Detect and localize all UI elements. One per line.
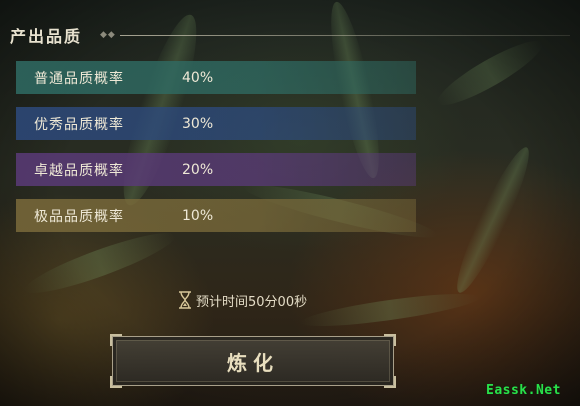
button-corner-ornament <box>384 376 396 388</box>
quality-row-common: 普通品质概率 40% <box>16 61 416 94</box>
quality-row-legendary: 极品品质概率 10% <box>16 199 416 232</box>
quality-label: 极品品质概率 <box>34 208 124 225</box>
estimated-time-text: 预计时间50分00秒 <box>196 294 308 310</box>
button-corner-ornament <box>110 334 122 346</box>
quality-label: 卓越品质概率 <box>34 162 124 179</box>
quality-value: 30% <box>182 115 214 132</box>
hourglass-icon <box>179 291 191 309</box>
section-title: 产出品质 <box>10 27 83 46</box>
button-corner-ornament <box>384 334 396 346</box>
diamond-ornament-icon: ◆◆ <box>100 30 116 40</box>
estimated-time: 预计时间50分00秒 <box>178 289 307 311</box>
watermark: Eassk.Net <box>486 383 561 398</box>
quality-probability-list: 普通品质概率 40% 优秀品质概率 30% 卓越品质概率 20% 极品品质概率 … <box>16 61 416 245</box>
quality-row-excellent: 优秀品质概率 30% <box>16 107 416 140</box>
quality-value: 40% <box>182 69 214 86</box>
quality-row-superior: 卓越品质概率 20% <box>16 153 416 186</box>
section-header: 产出品质 ◆◆ <box>10 22 570 48</box>
refine-button[interactable]: 炼化 <box>110 334 396 388</box>
refine-button-label: 炼化 <box>227 350 279 375</box>
quality-label: 普通品质概率 <box>34 70 124 87</box>
header-divider <box>119 34 570 36</box>
quality-value: 10% <box>182 207 214 224</box>
quality-label: 优秀品质概率 <box>34 116 124 133</box>
quality-value: 20% <box>182 161 214 178</box>
button-corner-ornament <box>110 376 122 388</box>
